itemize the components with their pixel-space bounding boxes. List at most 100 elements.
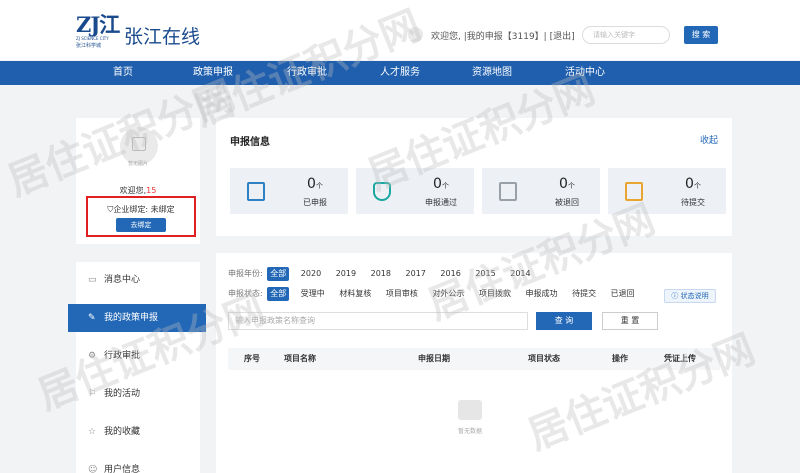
col-apply-date: 申报日期	[418, 354, 450, 363]
status-chip[interactable]: 项目拨款	[476, 287, 514, 301]
status-chip[interactable]: 项目审核	[383, 287, 421, 301]
status-help-label: 状态说明	[680, 292, 709, 300]
main-nav: 首页 政策申报 行政审批 人才服务 资源地图 活动中心	[0, 61, 800, 85]
stat-unit: 个	[441, 182, 449, 190]
sidebar-item-my-policy[interactable]: ✎ 我的政策申报	[68, 304, 206, 332]
empty-data-text: 暂无数据	[457, 428, 482, 435]
reset-button[interactable]: 重 置	[602, 312, 658, 330]
year-filter-label: 申报年份:	[228, 269, 263, 278]
nav-home[interactable]: 首页	[113, 61, 133, 85]
sidebar-item-activities[interactable]: ⚐ 我的活动	[76, 380, 200, 408]
query-button[interactable]: 查 询	[536, 312, 592, 330]
logo-english-text: ZJ SCIENCE CITY	[76, 36, 109, 41]
gear-icon: ⚙	[88, 351, 97, 361]
year-chip[interactable]: 2016	[437, 267, 463, 281]
policy-table-header: 序号 项目名称 申报日期 项目状态 操作 凭证上传	[228, 348, 720, 370]
status-chip[interactable]: 已退回	[608, 287, 638, 301]
nav-admin-approval[interactable]: 行政审批	[287, 61, 327, 85]
year-chip[interactable]: 2018	[368, 267, 394, 281]
bind-company-button[interactable]: 去绑定	[116, 218, 166, 232]
user-welcome-bar: 欢迎您, |我的申报【3119】| [退出]	[431, 29, 575, 42]
site-title: 张江在线	[124, 26, 201, 48]
col-project-name: 项目名称	[284, 354, 316, 363]
profile-card: 暂无图片 欢迎您,15 ⛉企业绑定: 未绑定 去绑定	[76, 118, 200, 244]
col-voucher-upload: 凭证上传	[664, 354, 696, 363]
status-chip-all[interactable]: 全部	[267, 287, 290, 301]
status-chip[interactable]: 受理中	[298, 287, 328, 301]
sidebar-item-messages[interactable]: ▭ 消息中心	[76, 266, 200, 294]
policy-list-card: 申报年份: 全部 2020 2019 2018 2017 2016 2015 2…	[216, 253, 732, 473]
nav-activity-center[interactable]: 活动中心	[565, 61, 605, 85]
status-chip[interactable]: 申报成功	[523, 287, 561, 301]
year-chip[interactable]: 2019	[333, 267, 359, 281]
status-help-button[interactable]: ⓘ 状态说明	[664, 289, 716, 303]
sidebar-menu: ▭ 消息中心 ✎ 我的政策申报 ⚙ 行政审批 ⚐ 我的活动 ☆ 我的收藏 ☺ 用户信息	[68, 262, 206, 473]
stat-submitted[interactable]: 0个 已申报	[230, 168, 348, 214]
sidebar-item-label: 我的政策申报	[104, 313, 159, 323]
header-search-button[interactable]: 搜 索	[684, 26, 718, 44]
col-project-status: 项目状态	[528, 354, 560, 363]
profile-user-name: 15	[146, 186, 157, 195]
nav-resource-map[interactable]: 资源地图	[472, 61, 512, 85]
stat-unit: 个	[693, 182, 701, 190]
document-x-icon	[499, 182, 517, 201]
sidebar-item-label: 消息中心	[104, 275, 141, 285]
sidebar-item-approval[interactable]: ⚙ 行政审批	[76, 342, 200, 370]
year-filter: 申报年份: 全部 2020 2019 2018 2017 2016 2015 2…	[228, 267, 540, 281]
image-placeholder-icon	[132, 137, 146, 151]
status-chip[interactable]: 待提交	[569, 287, 599, 301]
year-chip-all[interactable]: 全部	[267, 267, 290, 281]
nav-talent-service[interactable]: 人才服务	[380, 61, 420, 85]
status-filter-label: 申报状态:	[228, 289, 263, 298]
policy-search-input[interactable]: 输入申报政策名称查询	[228, 312, 528, 330]
status-filter: 申报状态: 全部 受理中 材料复核 项目审核 对外公示 项目拨款 申报成功 待提…	[228, 287, 644, 301]
company-binding-highlight: ⛉企业绑定: 未绑定 去绑定	[86, 196, 196, 237]
stat-approved[interactable]: 0个 申报通过	[356, 168, 474, 214]
stat-label: 被退回	[555, 198, 579, 207]
welcome-text: 欢迎您,	[431, 32, 461, 42]
stat-count: 0	[307, 176, 316, 192]
my-apply-link[interactable]: |我的申报【3119】|	[464, 32, 547, 42]
profile-welcome: 欢迎您,15	[76, 185, 200, 196]
site-logo[interactable]: ZJ江 ZJ SCIENCE CITY 张江科学城	[76, 14, 122, 50]
nav-policy-apply[interactable]: 政策申报	[193, 61, 233, 85]
flag-icon: ⚐	[88, 389, 97, 399]
stat-count: 0	[559, 176, 568, 192]
info-icon: ⓘ	[671, 292, 681, 300]
sidebar-item-label: 我的活动	[104, 389, 141, 399]
company-binding-status: ⛉企业绑定: 未绑定	[88, 204, 194, 215]
sidebar-item-user-info[interactable]: ☺ 用户信息	[76, 456, 200, 473]
profile-welcome-prefix: 欢迎您,	[119, 186, 147, 195]
collapse-link[interactable]: 收起	[700, 133, 718, 146]
document-user-icon	[247, 182, 265, 201]
year-chip[interactable]: 2014	[507, 267, 533, 281]
stat-label: 申报通过	[425, 198, 457, 207]
stat-returned[interactable]: 0个 被退回	[482, 168, 600, 214]
logout-link[interactable]: [退出]	[550, 32, 575, 42]
status-chip[interactable]: 对外公示	[429, 287, 467, 301]
year-chip[interactable]: 2017	[403, 267, 429, 281]
star-icon: ☆	[88, 427, 97, 437]
shield-check-icon	[373, 182, 391, 201]
stat-unit: 个	[315, 182, 323, 190]
header-search-input[interactable]: 请输入关键字	[582, 26, 670, 44]
site-header: ZJ江 ZJ SCIENCE CITY 张江科学城 张江在线 欢迎您, |我的申…	[0, 0, 800, 60]
stat-label: 已申报	[303, 198, 327, 207]
apply-info-title: 申报信息	[230, 137, 270, 148]
message-icon: ▭	[88, 275, 97, 285]
sidebar-item-label: 行政审批	[104, 351, 141, 361]
sidebar-item-favorites[interactable]: ☆ 我的收藏	[76, 418, 200, 446]
empty-data-icon	[458, 400, 482, 420]
stat-label: 待提交	[681, 198, 705, 207]
year-chip[interactable]: 2015	[472, 267, 498, 281]
year-chip[interactable]: 2020	[298, 267, 324, 281]
logo-chinese-text: 张江科学城	[76, 43, 102, 49]
photo-placeholder-text: 暂无图片	[127, 161, 148, 167]
col-actions: 操作	[612, 354, 628, 363]
stat-unit: 个	[567, 182, 575, 190]
apply-info-card: 申报信息 收起 0个 已申报 0个 申报通过 0个 被退回 0个 待提交	[216, 118, 732, 236]
status-chip[interactable]: 材料复核	[336, 287, 374, 301]
company-binding-text: 企业绑定: 未绑定	[113, 205, 175, 214]
stat-count: 0	[685, 176, 694, 192]
stat-pending[interactable]: 0个 待提交	[608, 168, 726, 214]
